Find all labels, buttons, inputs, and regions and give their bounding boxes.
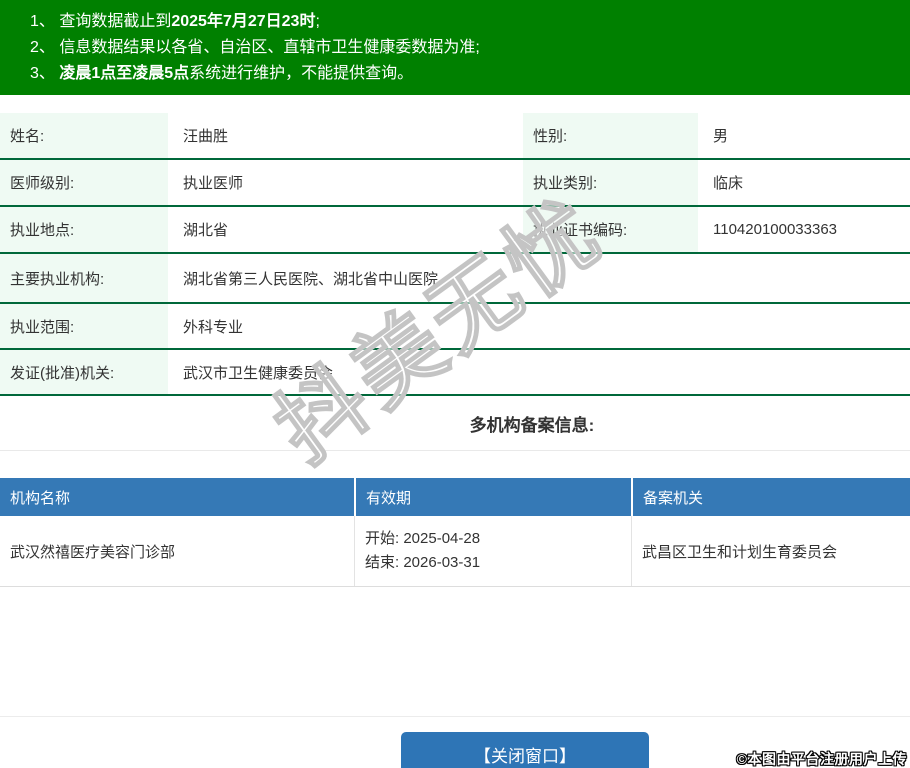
field-label-certificate-number: 执业证书编码: [523,207,698,252]
field-value-main-institution: 湖北省第三人民医院、湖北省中山医院 [183,270,439,288]
field-value-issuing-authority: 武汉市卫生健康委员会 [183,364,334,382]
field-value-practice-location: 湖北省 [183,222,229,239]
notice-text: 3、 [30,65,60,82]
divider [0,716,910,717]
column-header-filing-authority: 备案机关 [631,478,910,516]
column-header-validity: 有效期 [354,478,631,516]
field-value-practice-category: 临床 [713,175,744,192]
table-row: 姓名: 汪曲胜 性别: 男 [0,113,910,160]
multi-institution-section: 多机构备案信息: [0,396,910,451]
field-label-practice-scope: 执业范围: [0,304,168,348]
cell-org-name: 武汉然禧医疗美容门诊部 [10,543,176,561]
notice-text: 2、 信息数据结果以各省、自治区、直辖市卫生健康委数据为准; [30,39,480,56]
field-value-doctor-level: 执业医师 [183,175,244,192]
table-row: 医师级别: 执业医师 执业类别: 临床 [0,160,910,207]
notice-text: 1、 查询数据截止到 [30,13,172,30]
field-value-practice-scope: 外科专业 [183,318,244,336]
field-label-practice-category: 执业类别: [523,160,698,205]
table-row: 主要执业机构: 湖北省第三人民医院、湖北省中山医院 [0,254,910,304]
column-header-org-name: 机构名称 [10,489,71,507]
field-label-gender: 性别: [523,113,698,158]
notice-line-2: 2、 信息数据结果以各省、自治区、直辖市卫生健康委数据为准; [30,35,900,61]
field-label-doctor-level: 医师级别: [0,160,168,205]
validity-end: 结束: 2026-03-31 [365,554,481,571]
notice-banner: 1、 查询数据截止到2025年7月27日23时; 2、 信息数据结果以各省、自治… [0,0,910,95]
field-label-practice-location: 执业地点: [0,207,168,252]
filing-table: 机构名称 有效期 备案机关 武汉然禧医疗美容门诊部 开始: 2025-04-28… [0,478,910,587]
notice-line-1: 1、 查询数据截止到2025年7月27日23时; [30,9,900,35]
notice-text: 系统进行维护，不能提供查询。 [189,65,414,82]
notice-text: ; [315,13,320,30]
field-value-name: 汪曲胜 [183,128,229,145]
notice-line-3: 3、 凌晨1点至凌晨5点系统进行维护，不能提供查询。 [30,61,900,87]
section-title: 多机构备案信息: [469,415,595,435]
field-label-name: 姓名: [0,113,168,158]
table-row: 发证(批准)机关: 武汉市卫生健康委员会 [0,350,910,396]
field-value-gender: 男 [713,128,729,145]
field-label-main-institution: 主要执业机构: [0,254,168,302]
validity-start: 开始: 2025-04-28 [365,530,481,547]
table-row: 武汉然禧医疗美容门诊部 开始: 2025-04-28 结束: 2026-03-3… [0,516,910,587]
notice-bold-text: 凌晨1点至凌晨5点 [59,65,190,82]
cell-validity-period: 开始: 2025-04-28 结束: 2026-03-31 [354,516,631,586]
notice-bold-text: 2025年7月27日23时 [171,13,316,30]
field-value-certificate-number: 110420100033363 [713,221,838,238]
cell-filing-authority: 武昌区卫生和计划生育委员会 [631,516,910,586]
doctor-info-table: 姓名: 汪曲胜 性别: 男 医师级别: 执业医师 执业类别: 临床 执业地点: … [0,113,910,396]
table-row: 执业地点: 湖北省 执业证书编码: 110420100033363 [0,207,910,254]
close-window-button[interactable]: 【关闭窗口】 [401,732,649,768]
filing-table-header: 机构名称 有效期 备案机关 [0,478,910,516]
table-row: 执业范围: 外科专业 [0,304,910,350]
field-label-issuing-authority: 发证(批准)机关: [0,350,168,394]
upload-attribution-watermark: ©本图由平台注册用户上传 [736,751,907,767]
